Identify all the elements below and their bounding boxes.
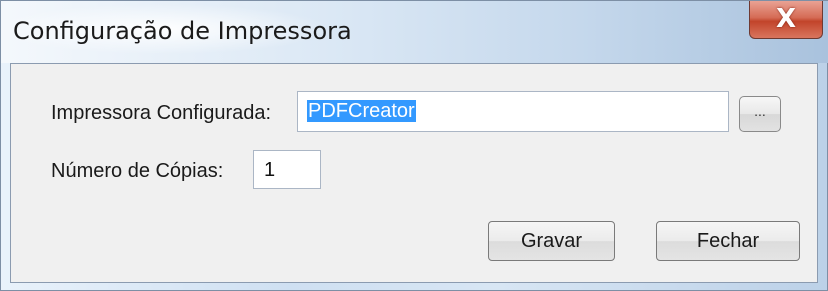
- printer-input[interactable]: PDFCreator: [297, 91, 729, 132]
- printer-label: Impressora Configurada:: [51, 102, 272, 124]
- close-icon: X: [775, 4, 797, 34]
- save-button[interactable]: Gravar: [488, 221, 615, 261]
- copies-input[interactable]: 1: [253, 150, 321, 189]
- window-close-button[interactable]: X: [749, 1, 823, 39]
- copies-label: Número de Cópias:: [51, 160, 224, 182]
- window-title: Configuração de Impressora: [13, 17, 352, 45]
- title-bar[interactable]: Configuração de Impressora X: [1, 1, 828, 63]
- printer-value: PDFCreator: [307, 100, 416, 122]
- dialog-body: Impressora Configurada: PDFCreator ... N…: [10, 63, 818, 283]
- close-button[interactable]: Fechar: [656, 221, 800, 261]
- browse-printer-button[interactable]: ...: [739, 96, 781, 132]
- copies-value: 1: [264, 159, 276, 181]
- printer-config-window: Configuração de Impressora X Impressora …: [0, 0, 828, 291]
